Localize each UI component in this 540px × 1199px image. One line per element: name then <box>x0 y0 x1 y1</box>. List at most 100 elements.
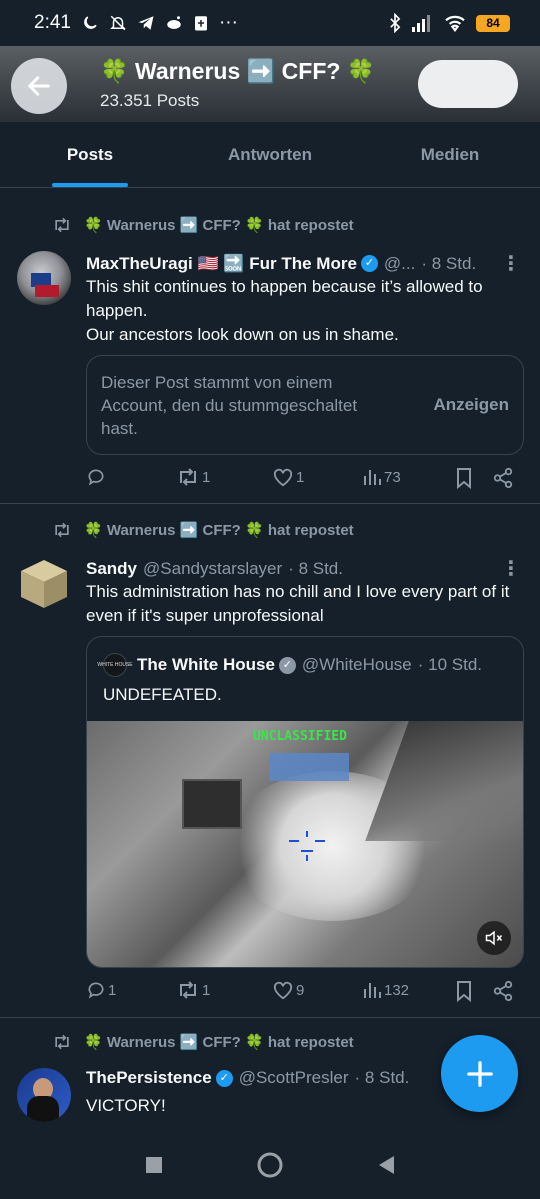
like-count: 9 <box>296 981 305 999</box>
views-chart-icon <box>364 983 381 998</box>
share-icon <box>493 467 513 489</box>
triangle-back-icon <box>379 1156 394 1174</box>
system-navigation-bar <box>0 1136 540 1199</box>
redaction-box <box>269 753 349 781</box>
ridge <box>365 721 523 841</box>
bookmark-button[interactable] <box>455 467 473 489</box>
white-house-avatar: WHITE HOUSE <box>97 653 133 677</box>
home-button[interactable] <box>257 1152 283 1183</box>
repost-icon <box>55 522 69 538</box>
bookmark-icon <box>457 981 471 1002</box>
gov-verified-badge-icon: ✓ <box>278 656 296 674</box>
quote-text: UNDEFEATED. <box>103 685 222 704</box>
circle-icon <box>257 1152 283 1178</box>
follow-button[interactable] <box>418 60 518 108</box>
post-count: 23.351 Posts <box>100 91 200 110</box>
volume-muted-icon <box>485 930 503 946</box>
quote-author-handle: @WhiteHouse <box>301 655 412 674</box>
quoted-post[interactable]: WHITE HOUSE The White House ✓ @WhiteHous… <box>86 636 524 968</box>
clock: 2:41 <box>34 12 71 33</box>
repost-indicator: 🍀 Warnerus ➡️ CFF? 🍀 hat repostet <box>52 1033 354 1051</box>
author-name[interactable]: ThePersistence <box>86 1068 212 1088</box>
tab-media[interactable]: Medien <box>360 122 540 187</box>
author-handle[interactable]: @Sandystarslayer <box>143 559 282 579</box>
status-bar: 2:41 ··· 84 <box>0 0 540 46</box>
tab-posts[interactable]: Posts <box>0 122 180 187</box>
post-text-line: Our ancestors look down on us in shame. <box>86 325 399 344</box>
views-button[interactable]: 132 <box>362 980 409 1000</box>
reply-button[interactable]: 1 <box>86 980 116 1000</box>
telegram-icon <box>138 16 154 30</box>
reddit-icon <box>167 16 181 29</box>
compose-post-button[interactable] <box>441 1035 518 1112</box>
bluetooth-icon <box>390 13 401 33</box>
post-header: MaxTheUragi 🇺🇸 🔜 Fur The More ✓ @... · 8… <box>86 251 521 276</box>
moon-icon <box>84 16 97 29</box>
quote-author-name: The White House <box>137 655 275 674</box>
action-bar: 1 1 9 132 <box>86 980 520 1008</box>
quote-header: WHITE HOUSE The White House ✓ @WhiteHous… <box>97 653 483 677</box>
repost-count: 1 <box>202 468 211 486</box>
more-options-icon[interactable]: ⋮ <box>501 556 521 581</box>
profile-name: 🍀 Warnerus ➡️ CFF? 🍀 <box>100 58 376 84</box>
post[interactable]: 🍀 Warnerus ➡️ CFF? 🍀 hat repostet Sandy … <box>0 505 540 1018</box>
share-button[interactable] <box>492 980 514 1002</box>
post-time: · 8 Std. <box>288 558 343 578</box>
repost-button[interactable]: 1 <box>176 980 210 1000</box>
reply-button[interactable] <box>86 467 108 487</box>
tab-replies[interactable]: Antworten <box>180 122 360 187</box>
views-chart-icon <box>364 470 381 485</box>
like-button[interactable]: 9 <box>272 980 304 1000</box>
more-options-icon[interactable]: ⋮ <box>501 251 521 276</box>
repost-count: 1 <box>202 981 211 999</box>
more-notifications-indicator: ··· <box>218 12 238 33</box>
bookmark-icon <box>457 468 471 489</box>
views-button[interactable]: 73 <box>362 467 401 487</box>
post-header: Sandy @Sandystarslayer · 8 Std. ⋮ <box>86 556 521 581</box>
share-icon <box>493 980 513 1002</box>
author-handle[interactable]: @ScottPresler <box>239 1068 349 1088</box>
signal-icon <box>412 15 430 32</box>
back-button[interactable] <box>11 58 67 114</box>
unclassified-label: UNCLASSIFIED <box>253 729 347 744</box>
recents-button[interactable] <box>145 1156 163 1179</box>
bell-off-icon <box>110 15 126 31</box>
repost-label: 🍀 Warnerus ➡️ CFF? 🍀 hat repostet <box>84 217 354 234</box>
avatar[interactable] <box>17 1068 71 1122</box>
avatar[interactable] <box>17 556 71 610</box>
muted-account-notice: Dieser Post stammt von einem Account, de… <box>86 355 524 455</box>
like-count: 1 <box>296 468 305 486</box>
bookmark-button[interactable] <box>455 980 473 1002</box>
author-handle[interactable]: @... <box>384 254 415 274</box>
quote-time: · 10 Std. <box>417 655 483 674</box>
repost-indicator: 🍀 Warnerus ➡️ CFF? 🍀 hat repostet <box>52 521 354 539</box>
repost-label: 🍀 Warnerus ➡️ CFF? 🍀 hat repostet <box>84 1034 354 1051</box>
share-button[interactable] <box>492 467 514 489</box>
avatar[interactable] <box>17 251 71 305</box>
repost-icon <box>180 981 196 999</box>
post[interactable]: 🍀 Warnerus ➡️ CFF? 🍀 hat repostet MaxThe… <box>0 200 540 504</box>
like-button[interactable]: 1 <box>272 467 304 487</box>
repost-icon <box>55 1034 69 1050</box>
repost-button[interactable]: 1 <box>176 467 210 487</box>
post-text: This administration has no chill and I l… <box>86 582 510 625</box>
author-name[interactable]: MaxTheUragi 🇺🇸 🔜 Fur The More <box>86 254 357 274</box>
reply-count: 1 <box>108 981 117 999</box>
heart-icon <box>273 468 293 487</box>
view-count: 132 <box>384 981 410 999</box>
repost-indicator: 🍀 Warnerus ➡️ CFF? 🍀 hat repostet <box>52 216 354 234</box>
profile-header: 🍀 Warnerus ➡️ CFF? 🍀 23.351 Posts <box>0 46 540 122</box>
mute-button[interactable] <box>477 921 511 955</box>
square-icon <box>146 1157 162 1173</box>
quote-video[interactable]: UNCLASSIFIED <box>87 721 523 967</box>
app-notification-icon <box>194 16 207 31</box>
author-name[interactable]: Sandy <box>86 559 137 579</box>
show-button[interactable]: Anzeigen <box>433 395 509 415</box>
battery-icon: 84 <box>476 14 510 32</box>
wifi-icon <box>445 15 465 32</box>
post-text: This shit continues to happen because it… <box>86 275 522 347</box>
plus-icon <box>466 1060 493 1087</box>
view-count: 73 <box>384 468 401 486</box>
back-nav-button[interactable] <box>377 1155 395 1180</box>
post-time: · 8 Std. <box>354 1068 410 1087</box>
